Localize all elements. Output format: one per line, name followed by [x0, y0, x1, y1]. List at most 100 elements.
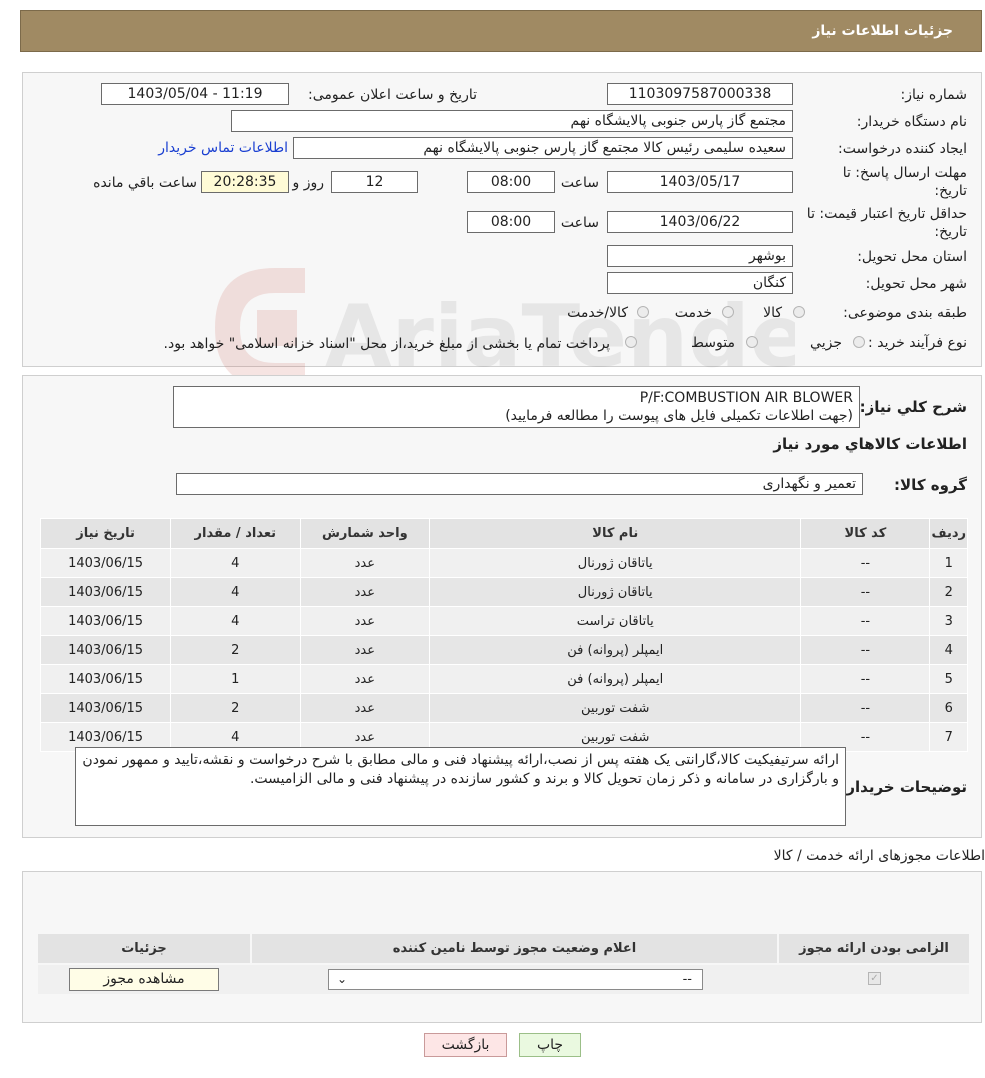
cell-code: -- — [800, 693, 931, 723]
items-table: رديف کد کالا نام کالا واحد شمارش تعداد /… — [39, 518, 968, 752]
summary-line-2: (جهت اطلاعات تکمیلی فایل های پیوست را مط… — [505, 408, 853, 424]
cell-unit: عدد — [299, 606, 431, 636]
col-unit: واحد شمارش — [299, 518, 431, 549]
permits-table: الزامی بودن ارائه مجوز اعلام وضعیت مجوز … — [38, 934, 969, 994]
cell-date: 1403/06/15 — [39, 548, 172, 578]
requester-label: ایجاد کننده درخواست: — [838, 141, 967, 157]
cell-row: 7 — [929, 722, 968, 752]
deadline-label-date: تاریخ: — [934, 183, 967, 199]
permit-col-status: اعلام وضعیت مجوز توسط نامین کننده — [252, 934, 777, 963]
need-number-label: شماره نیاز: — [900, 87, 968, 103]
process-radio-partial[interactable] — [853, 336, 865, 348]
announce-label: تاریخ و ساعت اعلان عمومی: — [308, 87, 477, 103]
cell-row: 4 — [929, 635, 968, 665]
cell-unit: عدد — [299, 548, 431, 578]
permit-status-value: -- — [682, 972, 692, 987]
col-date: تاريخ نياز — [39, 518, 172, 549]
category-radio-goods[interactable] — [793, 306, 805, 318]
announce-datetime-field: 1403/05/04 - 11:19 — [101, 83, 289, 105]
print-button[interactable]: چاپ — [519, 1033, 581, 1057]
days-label: روز و — [292, 175, 325, 191]
category-label: طبقه بندی موضوعی: — [843, 305, 967, 321]
cell-code: -- — [800, 664, 931, 694]
cell-name: ایمپلر (پروانه) فن — [429, 635, 802, 665]
category-radio-goods-service[interactable] — [637, 306, 649, 318]
summary-line-1: P/F:COMBUSTION AIR BLOWER — [639, 390, 853, 406]
col-qty: تعداد / مقدار — [170, 518, 301, 549]
validity-time-field: 08:00 — [467, 211, 555, 233]
cell-row: 1 — [929, 548, 968, 578]
validity-label: حداقل تاریخ اعتبار قیمت: تا — [806, 206, 967, 222]
cell-name: یاتاقان ژورنال — [429, 577, 802, 607]
permit-status-select[interactable]: ⌄ -- — [328, 969, 703, 990]
table-row: 5 -- ایمپلر (پروانه) فن عدد 1 1403/06/15 — [39, 664, 968, 694]
page-header: جزئیات اطلاعات نیاز — [20, 10, 982, 52]
cell-date: 1403/06/15 — [39, 577, 172, 607]
col-code: کد کالا — [800, 518, 931, 549]
items-table-header: رديف کد کالا نام کالا واحد شمارش تعداد /… — [39, 518, 968, 549]
validity-date-field: 1403/06/22 — [607, 211, 793, 233]
cell-unit: عدد — [299, 577, 431, 607]
col-row: رديف — [929, 518, 968, 549]
cell-name: یاتاقان ژورنال — [429, 548, 802, 578]
cell-code: -- — [800, 548, 931, 578]
cell-unit: عدد — [299, 693, 431, 723]
cell-date: 1403/06/15 — [39, 664, 172, 694]
process-note: پرداخت تمام یا بخشی از مبلغ خرید،از محل … — [163, 336, 610, 352]
buyer-org-label: نام دستگاه خریدار: — [856, 114, 967, 130]
cell-code: -- — [800, 577, 931, 607]
need-number-field: 1103097587000338 — [607, 83, 793, 105]
buyer-contact-link[interactable]: اطلاعات تماس خریدار — [158, 140, 288, 156]
province-field: بوشهر — [607, 245, 793, 267]
category-option-goods: کالا — [763, 305, 782, 321]
cell-code: -- — [800, 606, 931, 636]
buyer-org-field: مجتمع گاز پارس جنوبی پالایشگاه نهم — [231, 110, 793, 132]
treasury-checkbox[interactable] — [625, 336, 637, 348]
table-row: 6 -- شفت توربین عدد 2 1403/06/15 — [39, 693, 968, 723]
deadline-label: مهلت ارسال پاسخ: تا — [842, 165, 967, 181]
requester-field: سعیده سلیمی رئیس کالا مجتمع گاز پارس جنو… — [293, 137, 793, 159]
permit-required-checkbox[interactable]: ✓ — [868, 972, 881, 985]
cell-qty: 4 — [170, 577, 301, 607]
cell-unit: عدد — [299, 635, 431, 665]
table-row: 2 -- یاتاقان ژورنال عدد 4 1403/06/15 — [39, 577, 968, 607]
group-label: گروه کالا: — [894, 476, 967, 494]
cell-date: 1403/06/15 — [39, 693, 172, 723]
process-radio-medium[interactable] — [746, 336, 758, 348]
cell-name: شفت توربین — [429, 693, 802, 723]
table-row: 1 -- یاتاقان ژورنال عدد 4 1403/06/15 — [39, 548, 968, 578]
permits-heading: اطلاعات مجوزهای ارائه خدمت / کالا — [773, 848, 985, 864]
page-title: جزئیات اطلاعات نیاز — [812, 23, 953, 39]
buyer-notes-label: توضیحات خریدار: — [840, 778, 967, 796]
cell-qty: 4 — [170, 606, 301, 636]
process-option-partial: جزیي — [810, 335, 842, 351]
view-permit-button[interactable]: مشاهده مجوز — [69, 968, 219, 991]
deadline-time-label: ساعت — [560, 175, 599, 191]
group-field: تعمیر و نگهداری — [176, 473, 863, 495]
table-row: 3 -- یاتاقان تراست عدد 4 1403/06/15 — [39, 606, 968, 636]
cell-row: 2 — [929, 577, 968, 607]
cell-row: 3 — [929, 606, 968, 636]
category-option-goods-service: کالا/خدمت — [567, 305, 628, 321]
table-row: 4 -- ایمپلر (پروانه) فن عدد 2 1403/06/15 — [39, 635, 968, 665]
validity-time-label: ساعت — [560, 215, 599, 231]
back-button[interactable]: بازگشت — [424, 1033, 507, 1057]
summary-label: شرح کلي نياز: — [859, 398, 967, 416]
cell-qty: 2 — [170, 693, 301, 723]
cell-date: 1403/06/15 — [39, 606, 172, 636]
cell-code: -- — [800, 635, 931, 665]
cell-row: 5 — [929, 664, 968, 694]
buyer-notes-textarea[interactable]: ارائه سرتیفیکیت کالا،گارانتی یک هفته پس … — [75, 747, 846, 826]
city-field: کنگان — [607, 272, 793, 294]
cell-unit: عدد — [299, 664, 431, 694]
col-name: نام کالا — [429, 518, 802, 549]
remaining-label: ساعت باقي مانده — [93, 175, 197, 191]
cell-row: 6 — [929, 693, 968, 723]
process-label: نوع فرآیند خرید : — [868, 335, 967, 351]
chevron-down-icon: ⌄ — [337, 972, 348, 986]
category-radio-service[interactable] — [722, 306, 734, 318]
permit-col-required: الزامی بودن ارائه مجوز — [779, 934, 969, 963]
permit-col-details: جزئیات — [38, 934, 250, 963]
cell-qty: 1 — [170, 664, 301, 694]
summary-textarea[interactable]: P/F:COMBUSTION AIR BLOWER (جهت اطلاعات ت… — [173, 386, 860, 428]
